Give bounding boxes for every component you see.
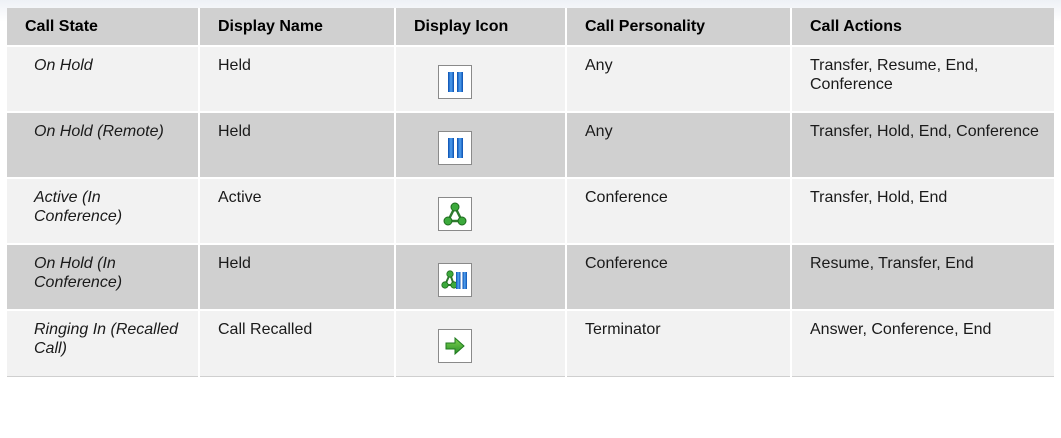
display-name-cell: Call Recalled [198,310,395,377]
table-header-row: Call State Display Name Display Icon Cal… [7,8,1054,47]
call-states-table: Call State Display Name Display Icon Cal… [7,8,1054,377]
display-name-cell: Held [198,112,395,179]
call-personality-cell: Any [565,112,791,179]
display-icon-cell [394,46,566,113]
header-call-state: Call State [7,8,199,47]
display-name-cell: Held [198,46,395,113]
conference-hold-icon [438,263,472,297]
call-actions-cell: Answer, Conference, End [790,310,1054,377]
conference-triangle-icon [438,197,472,231]
call-actions-cell: Transfer, Hold, End [790,178,1054,245]
display-icon-cell [394,244,566,311]
table-row: Ringing In (Recalled Call) Call Recalled [7,310,1054,377]
call-state-cell: On Hold (Remote) [7,112,199,179]
call-personality-cell: Conference [565,178,791,245]
call-state-cell: On Hold (In Conference) [7,244,199,311]
display-icon-cell [394,310,566,377]
call-actions-cell: Resume, Transfer, End [790,244,1054,311]
call-personality-cell: Terminator [565,310,791,377]
page: Call State Display Name Display Icon Cal… [0,0,1061,438]
display-name-cell: Active [198,178,395,245]
table-row: On Hold (Remote) Held Any Transfer, Hold… [7,112,1054,179]
display-name-cell: Held [198,244,395,311]
header-display-icon: Display Icon [394,8,566,47]
table-row: On Hold (In Conference) Held Conference … [7,244,1054,311]
call-state-cell: Active (In Conference) [7,178,199,245]
header-call-personality: Call Personality [565,8,791,47]
hold-pause-icon [438,65,472,99]
green-arrow-right-icon [438,329,472,363]
header-display-name: Display Name [198,8,395,47]
display-icon-cell [394,178,566,245]
call-state-cell: Ringing In (Recalled Call) [7,310,199,377]
call-actions-cell: Transfer, Resume, End, Conference [790,46,1054,113]
hold-pause-icon [438,131,472,165]
call-personality-cell: Conference [565,244,791,311]
call-state-cell: On Hold [7,46,199,113]
header-call-actions: Call Actions [790,8,1054,47]
display-icon-cell [394,112,566,179]
call-personality-cell: Any [565,46,791,113]
call-actions-cell: Transfer, Hold, End, Conference [790,112,1054,179]
table-row: On Hold Held Any Transfer, Resume, End, … [7,46,1054,113]
table-row: Active (In Conference) Active Conference… [7,178,1054,245]
